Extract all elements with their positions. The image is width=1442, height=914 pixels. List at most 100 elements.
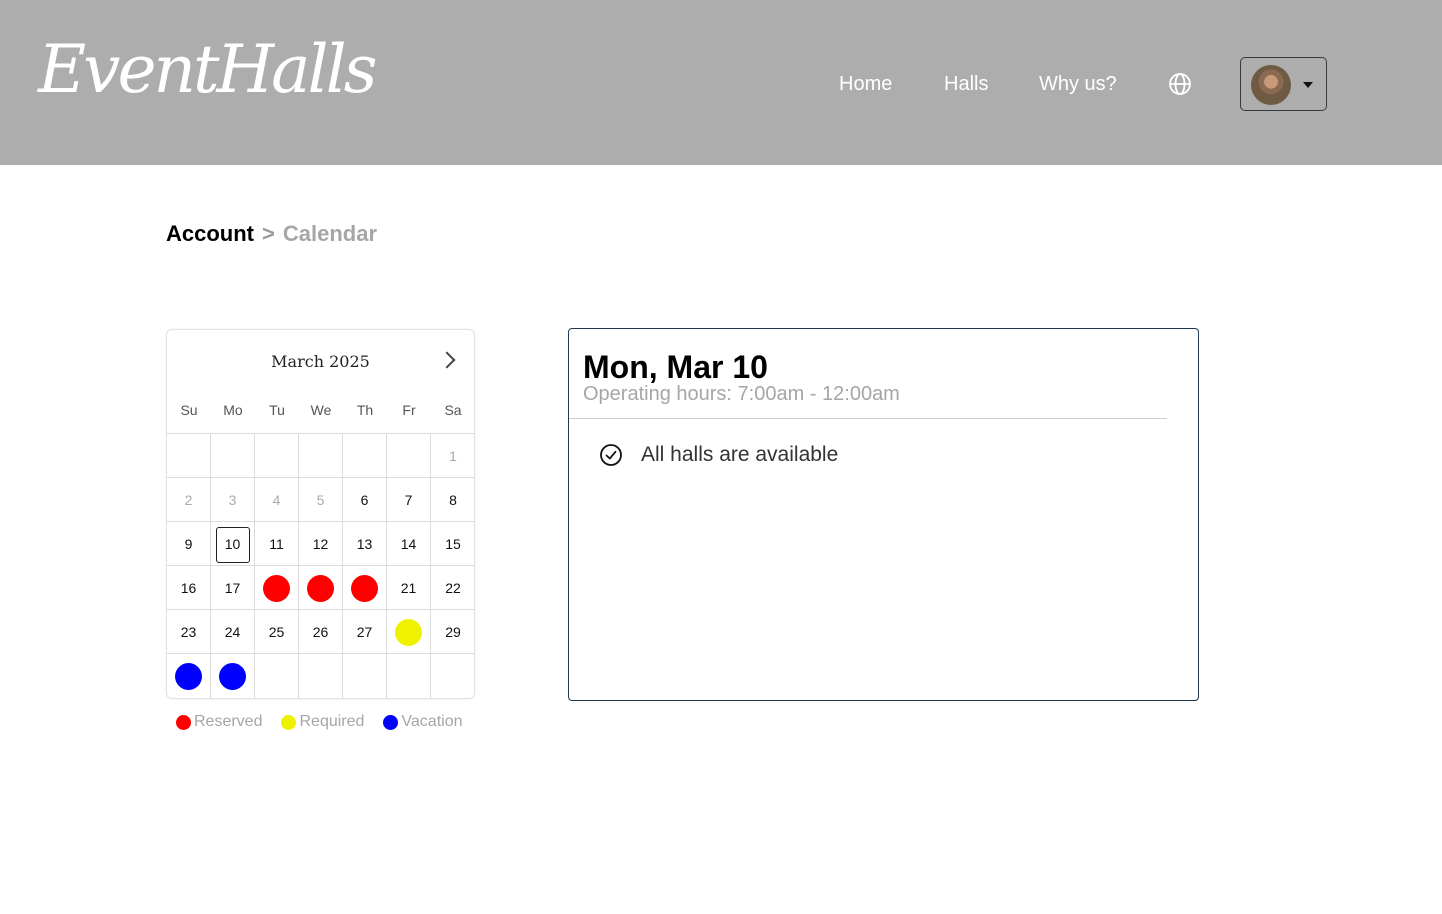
vacation-marker-dot bbox=[175, 662, 202, 690]
day-number: 29 bbox=[445, 624, 461, 640]
day-number: 17 bbox=[224, 580, 241, 596]
logo[interactable]: EventHalls bbox=[38, 30, 378, 110]
next-month-chevron-icon[interactable] bbox=[437, 348, 459, 372]
breadcrumb-current: Calendar bbox=[282, 221, 378, 246]
calendar-week-row: 23 24 25 26 27 29 bbox=[167, 609, 475, 654]
calendar-day-cell[interactable]: 5 bbox=[299, 478, 343, 522]
calendar-day-cell[interactable]: 17 bbox=[211, 566, 255, 610]
reserved-dot-icon bbox=[176, 714, 191, 730]
calendar-day-cell[interactable] bbox=[299, 566, 343, 610]
legend-reserved-label: Reserved bbox=[194, 713, 263, 730]
calendar-day-cell[interactable] bbox=[255, 566, 299, 610]
calendar-day-cell[interactable]: 13 bbox=[343, 522, 387, 566]
nav-why-us[interactable]: Why us? bbox=[1039, 71, 1117, 97]
legend-vacation: Vacation bbox=[383, 713, 463, 731]
legend-required-label: Required bbox=[299, 713, 365, 730]
calendar-day-cell[interactable]: 23 bbox=[167, 610, 211, 654]
calendar-day-cell[interactable]: 7 bbox=[387, 478, 431, 522]
calendar-day-cell[interactable]: 6 bbox=[343, 478, 387, 522]
avatar bbox=[1251, 65, 1291, 105]
calendar-month-label: March 2025 bbox=[271, 352, 370, 371]
calendar-day-cell[interactable] bbox=[343, 566, 387, 610]
calendar-day-cell-selected[interactable]: 10 bbox=[211, 522, 255, 566]
weekday-label: Tu bbox=[269, 402, 285, 418]
calendar-day-cell[interactable] bbox=[299, 434, 343, 478]
availability-text: All halls are available bbox=[641, 443, 839, 466]
calendar-day-cell[interactable]: 8 bbox=[431, 478, 475, 522]
day-number: 23 bbox=[180, 624, 197, 640]
weekday-label: Sa bbox=[444, 402, 462, 418]
user-menu-button[interactable] bbox=[1240, 57, 1327, 111]
required-dot-icon bbox=[281, 714, 297, 730]
calendar-day-cell[interactable]: 21 bbox=[387, 566, 431, 610]
calendar-day-cell[interactable] bbox=[387, 654, 431, 698]
day-number: 12 bbox=[312, 536, 329, 552]
day-number: 6 bbox=[360, 492, 369, 508]
globe-icon[interactable] bbox=[1168, 72, 1192, 96]
selected-day-title: Mon, Mar 10 bbox=[583, 349, 768, 385]
calendar-day-cell[interactable] bbox=[387, 434, 431, 478]
calendar-day-cell[interactable]: 2 bbox=[167, 478, 211, 522]
calendar-day-cell[interactable] bbox=[211, 434, 255, 478]
calendar-day-cell[interactable]: 4 bbox=[255, 478, 299, 522]
calendar-day-cell[interactable] bbox=[167, 434, 211, 478]
divider bbox=[569, 418, 1167, 419]
calendar-day-cell[interactable]: 1 bbox=[431, 434, 475, 478]
breadcrumb-account[interactable]: Account bbox=[166, 221, 254, 246]
calendar-legend: Reserved Required Vacation bbox=[176, 713, 482, 731]
vacation-dot-icon bbox=[383, 714, 399, 730]
calendar-day-cell[interactable] bbox=[431, 654, 475, 698]
calendar-day-cell[interactable]: 3 bbox=[211, 478, 255, 522]
calendar-week-row: 9 10 11 12 13 14 15 bbox=[167, 521, 475, 566]
calendar-day-cell[interactable] bbox=[255, 654, 299, 698]
nav-halls[interactable]: Halls bbox=[944, 71, 988, 97]
calendar-day-cell[interactable]: 29 bbox=[431, 610, 475, 654]
calendar-day-cell[interactable]: 26 bbox=[299, 610, 343, 654]
nav-home[interactable]: Home bbox=[839, 71, 892, 97]
day-number: 14 bbox=[400, 536, 417, 552]
calendar-day-cell[interactable]: 14 bbox=[387, 522, 431, 566]
calendar-day-cell[interactable] bbox=[299, 654, 343, 698]
calendar-day-cell[interactable]: 9 bbox=[167, 522, 211, 566]
calendar-day-cell[interactable]: 24 bbox=[211, 610, 255, 654]
day-number: 2 bbox=[184, 492, 193, 508]
day-number: 25 bbox=[268, 624, 285, 640]
day-number: 26 bbox=[312, 624, 329, 640]
check-circle-icon bbox=[600, 444, 622, 466]
calendar-week-row: 2 3 4 5 6 7 8 bbox=[167, 477, 475, 522]
day-number: 15 bbox=[445, 536, 461, 552]
calendar-day-cell[interactable]: 25 bbox=[255, 610, 299, 654]
caret-down-icon bbox=[1303, 82, 1313, 88]
day-number: 4 bbox=[272, 492, 281, 508]
calendar-day-cell[interactable]: 12 bbox=[299, 522, 343, 566]
availability-status: All halls are available bbox=[599, 443, 838, 467]
calendar-widget: March 2025 Su Mo Tu We Th Fr Sa 1 2 3 4 5 6 7 8 9 10 11 1… bbox=[166, 329, 475, 699]
weekday-label: Su bbox=[180, 402, 198, 418]
day-number: 24 bbox=[224, 624, 241, 640]
calendar-day-cell[interactable] bbox=[387, 610, 431, 654]
day-number: 13 bbox=[356, 536, 373, 552]
calendar-day-cell[interactable] bbox=[255, 434, 299, 478]
calendar-day-cell[interactable] bbox=[167, 654, 211, 698]
calendar-day-cell[interactable] bbox=[343, 654, 387, 698]
calendar-day-cell[interactable]: 16 bbox=[167, 566, 211, 610]
calendar-day-cell[interactable] bbox=[343, 434, 387, 478]
calendar-day-cell[interactable]: 11 bbox=[255, 522, 299, 566]
day-number: 3 bbox=[228, 492, 237, 508]
reserved-marker-dot bbox=[351, 574, 378, 602]
calendar-day-cell[interactable]: 15 bbox=[431, 522, 475, 566]
weekday-label: Th bbox=[356, 402, 374, 418]
weekday-header-row: Su Mo Tu We Th Fr Sa bbox=[167, 402, 475, 422]
day-number: 27 bbox=[356, 624, 373, 640]
calendar-week-row: 1 bbox=[167, 433, 475, 478]
calendar-week-row bbox=[167, 653, 475, 698]
legend-reserved: Reserved bbox=[176, 713, 262, 731]
weekday-label: Mo bbox=[223, 402, 243, 418]
vacation-marker-dot bbox=[219, 662, 246, 690]
calendar-day-cell[interactable]: 27 bbox=[343, 610, 387, 654]
required-marker-dot bbox=[395, 618, 422, 646]
calendar-day-cell[interactable]: 22 bbox=[431, 566, 475, 610]
day-number: 11 bbox=[269, 536, 284, 552]
calendar-day-cell[interactable] bbox=[211, 654, 255, 698]
legend-required: Required bbox=[281, 713, 364, 731]
